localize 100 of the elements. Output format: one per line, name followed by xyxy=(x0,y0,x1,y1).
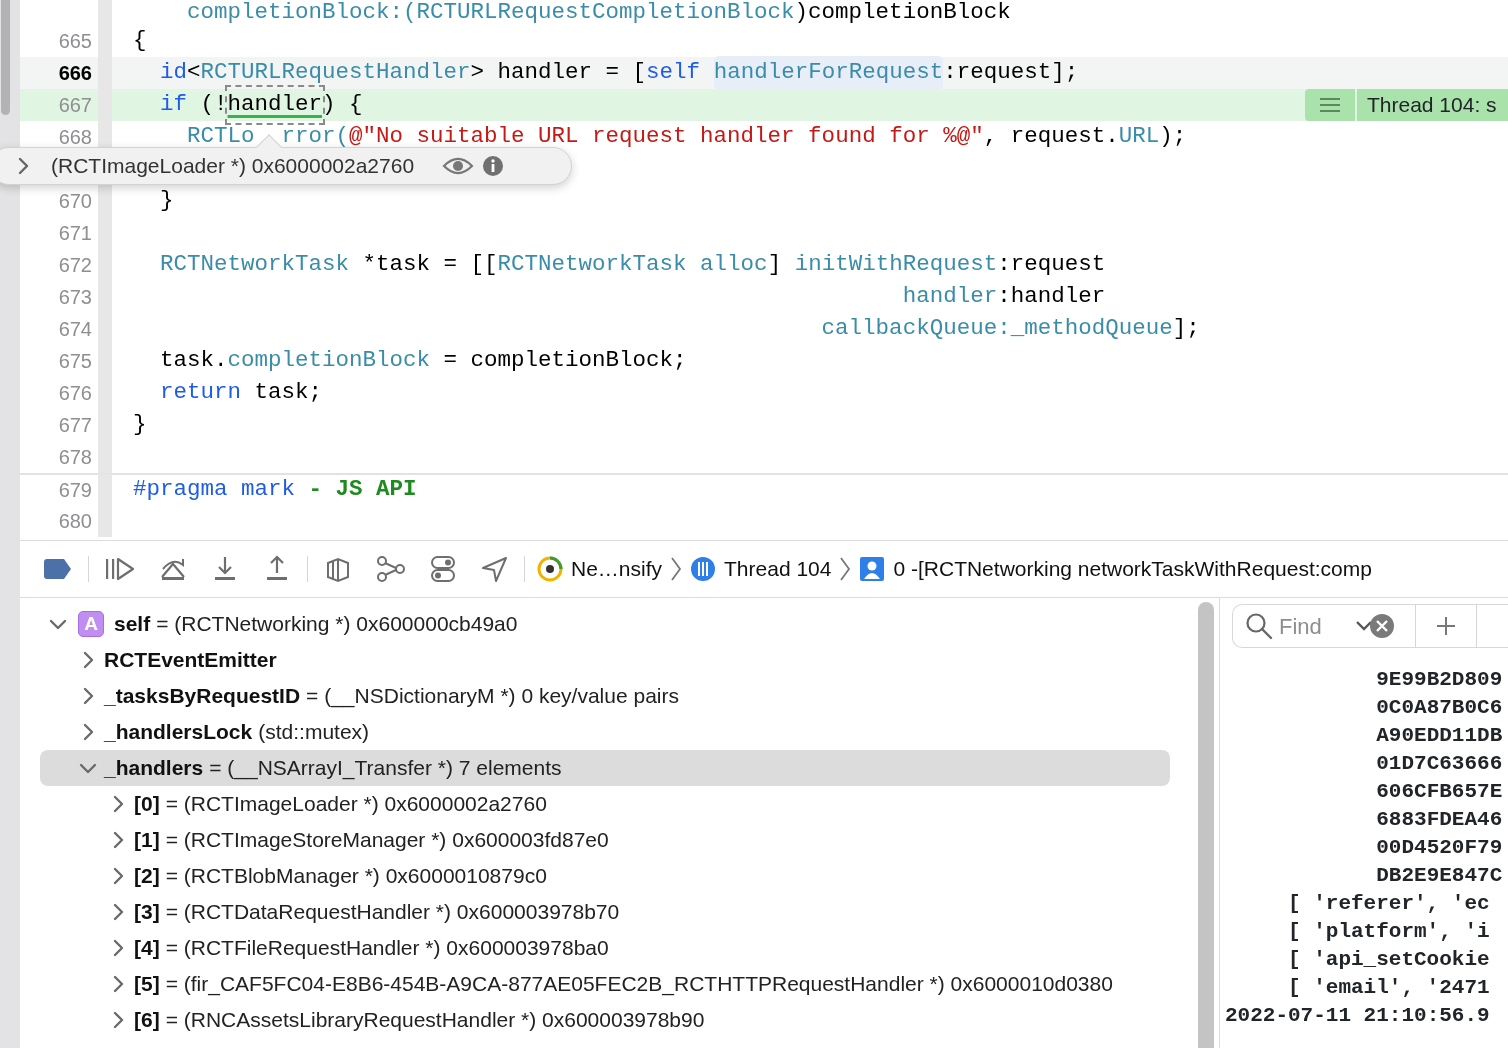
variable-name: [1] xyxy=(134,827,160,854)
pragma-directive: #pragma mark xyxy=(133,475,296,505)
code-folding-ribbon xyxy=(98,0,112,25)
variable-row[interactable]: [2] = (RCTBlobManager *) 0x6000010879c0 xyxy=(40,858,1170,894)
selector-name: handlerForRequest xyxy=(713,56,944,90)
variable-value: = (RNCAssetsLibraryRequestHandler *) 0x600003978b90 xyxy=(165,1007,705,1034)
variable-name: _handlersLock xyxy=(104,719,253,746)
console-line: 00D4520F79 xyxy=(1376,836,1503,859)
line-number: 667 xyxy=(57,93,92,118)
code-text: ); xyxy=(1159,122,1187,152)
keyword: if xyxy=(159,90,187,120)
breadcrumb-item[interactable]: Thread 104 xyxy=(690,553,832,585)
menu-button[interactable] xyxy=(1305,89,1355,121)
variable-name: _tasksByRequestID xyxy=(104,683,301,710)
breadcrumb-item[interactable]: Ne…nsify xyxy=(537,553,663,585)
inspected-variable: handler xyxy=(227,88,323,122)
variable-row[interactable]: [1] = (RCTImageStoreManager *) 0x600003fd87e0 xyxy=(40,822,1170,858)
code-text: task. xyxy=(159,346,228,376)
line-number: 677 xyxy=(57,413,92,438)
variable-row[interactable]: [5] = (fir_CAF5FC04-E8B6-454B-A9CA-877AE05FEC2B_RCTHTTPRequestHandler *) 0x6000010d0380 xyxy=(40,966,1170,1002)
code-text: :request xyxy=(997,250,1106,280)
symbol-name: completionBlock:(RCTURLRequestCompletionBlock xyxy=(186,0,795,25)
code-text: task; xyxy=(253,378,323,408)
variable-row[interactable]: RCTEventEmitter xyxy=(40,642,1170,678)
symbol-name: rror( xyxy=(281,122,350,152)
dropdown-chevron-icon[interactable] xyxy=(1355,620,1373,632)
code-folding-ribbon xyxy=(98,505,112,537)
symbol-name: RCTNetworkTask alloc xyxy=(497,250,768,280)
variable-row[interactable]: _handlersLock (std::mutex) xyxy=(40,714,1170,750)
variable-row[interactable]: [3] = (RCTDataRequestHandler *) 0x600003978b70 xyxy=(40,894,1170,930)
variable-value: = (RCTNetworking *) 0x600000cb49a0 xyxy=(156,611,518,638)
code-text: { xyxy=(133,26,147,56)
line-number: 679 xyxy=(57,478,92,503)
location-arrow-icon xyxy=(480,555,508,583)
symbol-name: URL xyxy=(1118,122,1160,152)
variable-row[interactable]: [6] = (RNCAssetsLibraryRequestHandler *) 0x600003978b90 xyxy=(40,1002,1170,1038)
variable-name: [3] xyxy=(134,899,160,926)
variable-value: (std::mutex) xyxy=(258,719,370,746)
line-number: 678 xyxy=(57,445,92,470)
variable-name: [2] xyxy=(134,863,160,890)
variable-row[interactable]: [0] = (RCTImageLoader *) 0x6000002a2760 xyxy=(40,786,1170,822)
thread-icon xyxy=(690,556,717,582)
toggles-icon xyxy=(430,555,456,583)
pause-play-icon xyxy=(105,555,135,583)
symbol-name: RCTURLRequestHandler xyxy=(200,58,471,88)
console-line: [ 'referer', 'ec xyxy=(1288,892,1490,915)
line-number: 674 xyxy=(57,317,92,342)
eye-icon[interactable] xyxy=(442,155,475,177)
code-text: > handler = [ xyxy=(470,58,647,88)
variable-name: RCTEventEmitter xyxy=(104,647,277,674)
line-number: 676 xyxy=(57,381,92,406)
code-text: = completionBlock; xyxy=(442,346,687,376)
console-line: DB2E9E847C xyxy=(1376,864,1503,887)
keyword: return xyxy=(159,378,242,408)
variable-value: = (RCTFileRequestHandler *) 0x600003978ba0 xyxy=(165,935,609,962)
thread-stop-label: Thread 104: s xyxy=(1357,89,1508,121)
variable-value: = (fir_CAF5FC04-E8B6-454B-A9CA-877AE05FEC2B_RCTHTTPRequestHandler *) 0x6000010d0380 xyxy=(165,971,1113,998)
find-field[interactable]: Find xyxy=(1273,609,1355,643)
variable-name: [5] xyxy=(134,971,160,998)
code-text: ] xyxy=(767,250,783,280)
keyword: self xyxy=(646,58,702,88)
line-number: 666 xyxy=(57,61,92,86)
console-line: 2022-07-11 21:10:56.9 xyxy=(1225,1004,1490,1027)
symbol-name: completionBlock xyxy=(227,346,431,376)
code-text: } xyxy=(133,410,147,440)
code-text: } xyxy=(159,186,174,216)
chevron-right-icon xyxy=(839,556,852,582)
info-icon[interactable] xyxy=(482,155,505,177)
search-icon xyxy=(1245,612,1273,640)
breadcrumb-item[interactable]: 0 -[RCTNetworking networkTaskWithRequest:comp xyxy=(859,553,1372,585)
variable-name: _handlers xyxy=(104,755,204,782)
line-number: 670 xyxy=(57,189,92,214)
argument-badge: A xyxy=(78,611,104,637)
line-number: 671 xyxy=(57,221,92,246)
variable-row[interactable]: [4] = (RCTFileRequestHandler *) 0x600003978ba0 xyxy=(40,930,1170,966)
add-icon[interactable] xyxy=(1436,616,1456,636)
console-line: [ 'platform', 'i xyxy=(1288,920,1490,943)
code-text: *task = [[ xyxy=(361,250,498,280)
console-line: [ 'api_setCookie xyxy=(1288,948,1490,971)
console-line: 0C0A87B0C6 xyxy=(1376,696,1503,719)
variable-value: = (RCTBlobManager *) 0x6000010879c0 xyxy=(165,863,547,890)
layers-icon xyxy=(324,555,352,583)
variable-row[interactable]: _tasksByRequestID = (__NSDictionaryM *) 0 key/value pairs xyxy=(40,678,1170,714)
variable-value: = (RCTImageLoader *) 0x6000002a2760 xyxy=(165,791,547,818)
console-line: [ 'email', '2471 xyxy=(1288,976,1490,999)
code-text: ) { xyxy=(322,90,363,120)
symbol-name: callbackQueue xyxy=(820,314,998,344)
variable-row[interactable]: _handlers = (__NSArrayI_Transfer *) 7 elements xyxy=(40,750,1170,786)
console-line: 01D7C63666 xyxy=(1376,752,1503,775)
keyword: id xyxy=(159,58,187,88)
variable-name: self xyxy=(114,611,151,638)
symbol-name: initWithRequest xyxy=(794,250,998,280)
variable-name: [0] xyxy=(134,791,160,818)
code-text: , request. xyxy=(983,122,1119,152)
code-text: < xyxy=(187,58,201,88)
line-number: 672 xyxy=(57,253,92,278)
clear-icon[interactable] xyxy=(1369,613,1395,639)
symbol-name: :_methodQueue xyxy=(997,314,1173,344)
variable-row[interactable]: A self = (RCTNetworking *) 0x600000cb49a0 xyxy=(40,606,1170,642)
line-number: 673 xyxy=(57,285,92,310)
